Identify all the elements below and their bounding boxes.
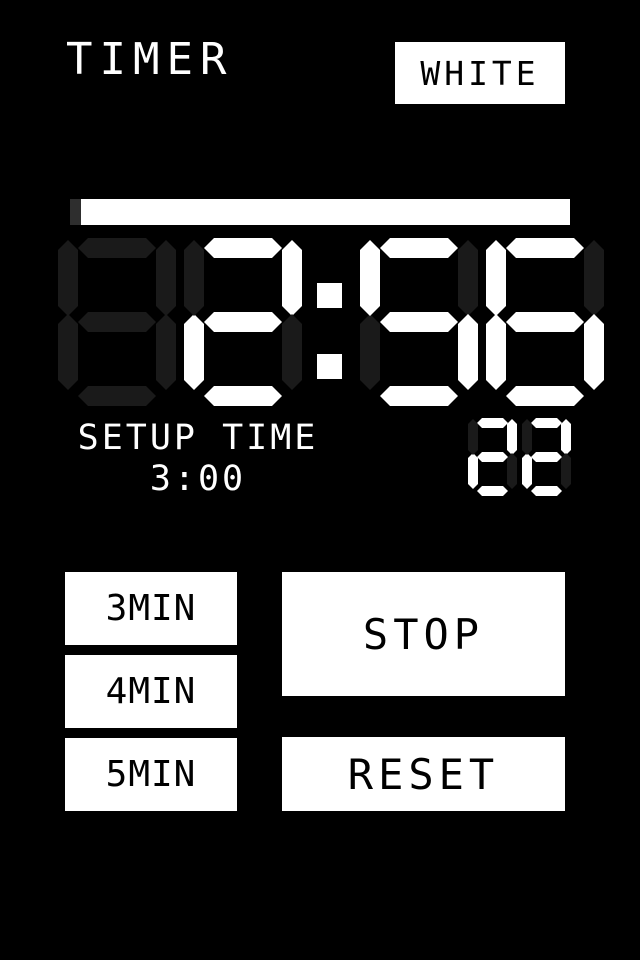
preset-button-4min-label: 4MIN [105, 671, 197, 712]
segment-c [458, 314, 478, 390]
segment-g [204, 312, 282, 332]
segment-e [58, 314, 78, 390]
segment-g [531, 452, 562, 462]
segment-b [507, 419, 517, 455]
colon-dot-bottom [317, 354, 342, 379]
setup-time-value: 3:00 [149, 459, 247, 499]
segment-d [204, 386, 282, 406]
segment-f [360, 240, 380, 316]
segment-b [561, 419, 571, 455]
progress-bar-track [70, 199, 570, 225]
preset-button-4min[interactable]: 4MIN [65, 655, 237, 728]
timer-app: TIMER WHITE SETUP TIME 3:00 3MIN 4MIN 5M… [0, 0, 640, 960]
segment-d [78, 386, 156, 406]
segment-f [468, 419, 478, 455]
time-digit-minutes-ones [184, 236, 302, 408]
preset-button-3min-label: 3MIN [105, 588, 197, 629]
preset-button-group: 3MIN 4MIN 5MIN [65, 572, 237, 821]
segment-c [584, 314, 604, 390]
segment-d [506, 386, 584, 406]
time-digit-seconds-tens [360, 236, 478, 408]
action-button-group: STOP RESET [282, 572, 565, 811]
segment-f [184, 240, 204, 316]
segment-e [360, 314, 380, 390]
segment-c [507, 453, 517, 489]
segment-b [156, 240, 176, 316]
segment-b [282, 240, 302, 316]
stop-button-label: STOP [362, 609, 485, 659]
segment-c [282, 314, 302, 390]
color-mode-button[interactable]: WHITE [395, 42, 565, 104]
stop-button[interactable]: STOP [282, 572, 565, 696]
segment-b [458, 240, 478, 316]
segment-f [486, 240, 506, 316]
time-digit-seconds-ones [486, 236, 604, 408]
segment-e [468, 453, 478, 489]
preset-button-5min[interactable]: 5MIN [65, 738, 237, 811]
segment-g [506, 312, 584, 332]
segment-g [78, 312, 156, 332]
segment-e [522, 453, 532, 489]
time-colon [310, 236, 352, 408]
setup-time-label: SETUP TIME [77, 418, 319, 458]
segment-g [380, 312, 458, 332]
segment-d [477, 486, 508, 496]
reset-button-label: RESET [347, 749, 500, 799]
segment-c [561, 453, 571, 489]
segment-a [204, 238, 282, 258]
segment-g [477, 452, 508, 462]
time-digit-minutes-tens [58, 236, 176, 408]
segment-a [380, 238, 458, 258]
segment-a [477, 418, 508, 428]
reset-button[interactable]: RESET [282, 737, 565, 811]
segment-c [156, 314, 176, 390]
segment-a [506, 238, 584, 258]
preset-button-5min-label: 5MIN [105, 754, 197, 795]
centiseconds-display [468, 417, 576, 497]
segment-a [78, 238, 156, 258]
setup-time-block: SETUP TIME 3:00 [68, 418, 328, 500]
segment-d [380, 386, 458, 406]
page-title: TIMER [66, 34, 234, 85]
segment-f [58, 240, 78, 316]
color-mode-label: WHITE [420, 53, 540, 93]
centisecond-digit-tens [468, 417, 516, 497]
colon-dot-top [317, 283, 342, 308]
progress-bar-fill [81, 199, 570, 225]
segment-e [184, 314, 204, 390]
segment-b [584, 240, 604, 316]
segment-d [531, 486, 562, 496]
centisecond-digit-ones [522, 417, 570, 497]
time-display [58, 236, 612, 408]
segment-e [486, 314, 506, 390]
segment-a [531, 418, 562, 428]
segment-f [522, 419, 532, 455]
preset-button-3min[interactable]: 3MIN [65, 572, 237, 645]
